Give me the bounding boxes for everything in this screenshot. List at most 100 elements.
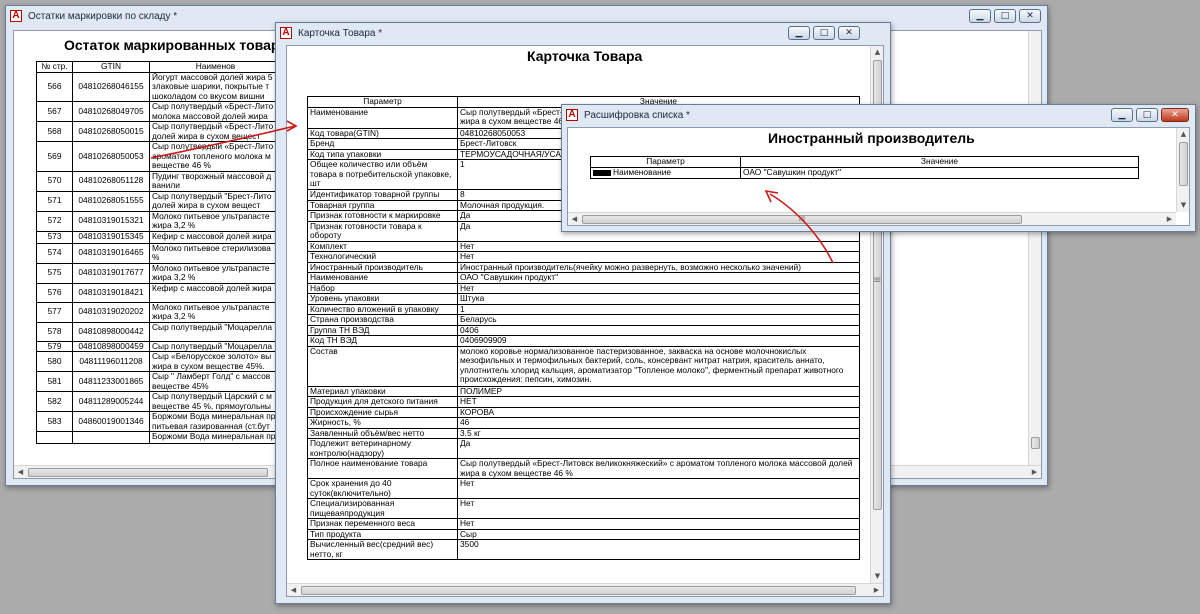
- row-gtin: 04810268046155: [72, 71, 150, 102]
- card-hscroll-thumb[interactable]: [301, 586, 856, 595]
- minimize-icon[interactable]: ▁: [788, 26, 810, 40]
- maximize-icon[interactable]: □: [813, 26, 835, 40]
- table-row[interactable]: Комплект Нет: [307, 240, 860, 252]
- scroll-up-icon[interactable]: ▲: [1177, 128, 1189, 141]
- table-row[interactable]: 575 04810319017677 Молоко питьевое ультрап…: [36, 262, 282, 284]
- table-row[interactable]: 576 04810319018421 Кефир с массовой долей …: [36, 282, 282, 303]
- minimize-icon[interactable]: ▁: [969, 9, 991, 23]
- row-parameter: Вычисленный вес(средний вес) нетто, кг: [307, 539, 458, 560]
- table-row[interactable]: Количество вложений в упаковку 1: [307, 303, 860, 315]
- col-name: Наименов: [149, 61, 282, 73]
- row-parameter-cell: Наименование: [590, 166, 741, 179]
- table-row[interactable]: 572 04810319015321 Молоко питьевое ультрап…: [36, 210, 282, 232]
- row-number: 576: [36, 282, 73, 303]
- decode-hscroll-thumb[interactable]: III: [582, 215, 1022, 224]
- table-row[interactable]: 573 04810319015345 Кефир с массовой долей …: [36, 230, 282, 244]
- table-row[interactable]: 579 04810898000459 Сыр полутвердый "Моцаре…: [36, 340, 282, 352]
- table-row[interactable]: 582 04811289005244 Сыр полутвердый Царский…: [36, 391, 282, 412]
- decode-titlebar[interactable]: A Расшифровка списка * ▁ □ ✕: [562, 105, 1195, 127]
- stock-vscroll[interactable]: [1028, 31, 1041, 465]
- close-icon[interactable]: ✕: [1019, 9, 1041, 23]
- table-row[interactable]: 567 04810268049705 Сыр полутвердый «Брест-…: [36, 101, 282, 122]
- table-row[interactable]: Технологический Нет: [307, 251, 860, 263]
- table-row[interactable]: Набор Нет: [307, 282, 860, 294]
- decode-document: Иностранный производитель Параметр Значе…: [567, 127, 1190, 226]
- table-row[interactable]: Специализированная пищеваяпродукция Нет: [307, 498, 860, 519]
- decode-doc-title: Иностранный производитель: [768, 130, 975, 146]
- card-hscroll[interactable]: ◀ ▶: [287, 583, 883, 596]
- table-row[interactable]: Иностранный производитель Иностранный про…: [307, 261, 860, 273]
- table-row[interactable]: 570 04810268051128 Пудинг творожный массов…: [36, 170, 282, 192]
- decode-vscroll-thumb[interactable]: [1179, 142, 1188, 186]
- table-row[interactable]: Состав молоко коровье нормализованное пас…: [307, 345, 860, 387]
- row-name: Кефир с массовой долей жира: [149, 230, 282, 244]
- table-row[interactable]: 566 04810268046155 Йогурт массовой долей ж…: [36, 71, 282, 102]
- table-row[interactable]: Наименование ОАО "Савушкин продукт": [307, 272, 860, 284]
- table-row[interactable]: Полное наименование товара Сыр полутверды…: [307, 458, 860, 479]
- scroll-down-icon[interactable]: ▼: [1177, 199, 1189, 212]
- scroll-right-icon[interactable]: ▶: [1163, 213, 1176, 225]
- table-row[interactable]: Наименование ОАО "Савушкин продукт": [590, 166, 1139, 179]
- maximize-icon[interactable]: □: [1136, 108, 1158, 122]
- close-icon[interactable]: ✕: [838, 26, 860, 40]
- row-name: Молоко питьевое ультрапасте жира 3,2 %: [149, 301, 282, 323]
- table-row[interactable]: Подлежит ветеринарному контролю(надзору)…: [307, 438, 860, 459]
- table-row[interactable]: Признак переменного веса Нет: [307, 518, 860, 530]
- table-row[interactable]: 571 04810268051555 Сыр полутвердый "Брест-…: [36, 190, 282, 212]
- close-icon[interactable]: ✕: [1161, 108, 1189, 122]
- card-titlebar[interactable]: A Карточка Товара * ▁ □ ✕: [276, 23, 890, 45]
- scroll-left-icon[interactable]: ◀: [568, 213, 581, 225]
- table-row[interactable]: Срок хранения до 40 суток(включительно) Н…: [307, 478, 860, 499]
- row-parameter: Специализированная пищеваяпродукция: [307, 498, 458, 519]
- table-row[interactable]: 581 04811233001865 Сыр " Ламберт Голд" с м…: [36, 371, 282, 392]
- table-row[interactable]: 580 04811196011208 Сыр «Белорусское золото…: [36, 351, 282, 372]
- table-row[interactable]: Тип продукта Сыр: [307, 528, 860, 540]
- table-row[interactable]: Уровень упаковки Штука: [307, 293, 860, 305]
- row-parameter: Идентификатор товарной группы: [307, 189, 458, 201]
- table-row[interactable]: 574 04810319016465 Молоко питьевое стерили…: [36, 242, 282, 264]
- table-row[interactable]: Вычисленный вес(средний вес) нетто, кг 35…: [307, 539, 860, 560]
- scroll-right-icon[interactable]: ▶: [870, 584, 883, 596]
- table-row[interactable]: Жирность, % 46: [307, 417, 860, 429]
- row-selector-marker[interactable]: [593, 169, 611, 176]
- decode-vscroll[interactable]: ▲ ▼: [1176, 128, 1189, 212]
- scroll-left-icon[interactable]: ◀: [287, 584, 300, 596]
- row-gtin: 04810319016465: [72, 242, 150, 264]
- table-row[interactable]: 577 04810319020202 Молоко питьевое ультрап…: [36, 301, 282, 323]
- table-row[interactable]: 583 04860019001346 Боржоми Вода минеральна…: [36, 411, 282, 432]
- table-row[interactable]: Код ТН ВЭД 0406909909: [307, 335, 860, 347]
- minimize-icon[interactable]: ▁: [1111, 108, 1133, 122]
- row-value: 3500: [457, 539, 860, 560]
- row-name: Сыр полутвердый "Моцарелла: [149, 321, 282, 342]
- row-value: Сыр полутвердый «Брест-Литовск великокня…: [457, 458, 860, 479]
- table-row[interactable]: Страна производства Беларусь: [307, 314, 860, 326]
- scroll-right-icon[interactable]: ▶: [1028, 466, 1041, 478]
- row-parameter: Общее количество или объём товара в потр…: [307, 159, 458, 190]
- table-row[interactable]: Материал упаковки ПОЛИМЕР: [307, 385, 860, 397]
- col-row-num: № стр.: [36, 61, 73, 73]
- row-value: 3.5 кг: [457, 427, 860, 439]
- window-title: Карточка Товара *: [298, 28, 383, 39]
- table-row[interactable]: Происхождение сырья КОРОВА: [307, 406, 860, 418]
- table-row[interactable]: Заявленный объём/вес нетто 3.5 кг: [307, 427, 860, 439]
- table-row[interactable]: 569 04810268050053 Сыр полутвердый «Брест-…: [36, 141, 282, 172]
- table-row[interactable]: Продукция для детского питания НЕТ: [307, 396, 860, 408]
- row-number: 571: [36, 190, 73, 212]
- stock-hscroll-thumb[interactable]: [28, 468, 268, 477]
- window-title: Расшифровка списка *: [584, 110, 690, 121]
- row-name: Сыр полутвердый «Брест-Лито долей жира в…: [149, 121, 282, 142]
- maximize-icon[interactable]: □: [994, 9, 1016, 23]
- stock-vscroll-thumb[interactable]: [1031, 437, 1040, 449]
- table-row[interactable]: 578 04810898000442 Сыр полутвердый "Моцаре…: [36, 321, 282, 342]
- scroll-left-icon[interactable]: ◀: [14, 466, 27, 478]
- row-name: Пудинг творожный массовой д ванили: [149, 170, 282, 192]
- decode-hscroll[interactable]: ◀ III ▶: [568, 212, 1176, 225]
- table-row[interactable]: 568 04810268050015 Сыр полутвердый «Брест-…: [36, 121, 282, 142]
- scroll-up-icon[interactable]: ▲: [871, 46, 883, 59]
- row-parameter: Жирность, %: [307, 417, 458, 429]
- scroll-down-icon[interactable]: ▼: [871, 570, 883, 583]
- table-row[interactable]: Группа ТН ВЭД 0406: [307, 324, 860, 336]
- table-row[interactable]: Боржоми Вода минеральная пр: [36, 431, 282, 444]
- row-value: КОРОВА: [457, 406, 860, 418]
- row-parameter: Продукция для детского питания: [307, 396, 458, 408]
